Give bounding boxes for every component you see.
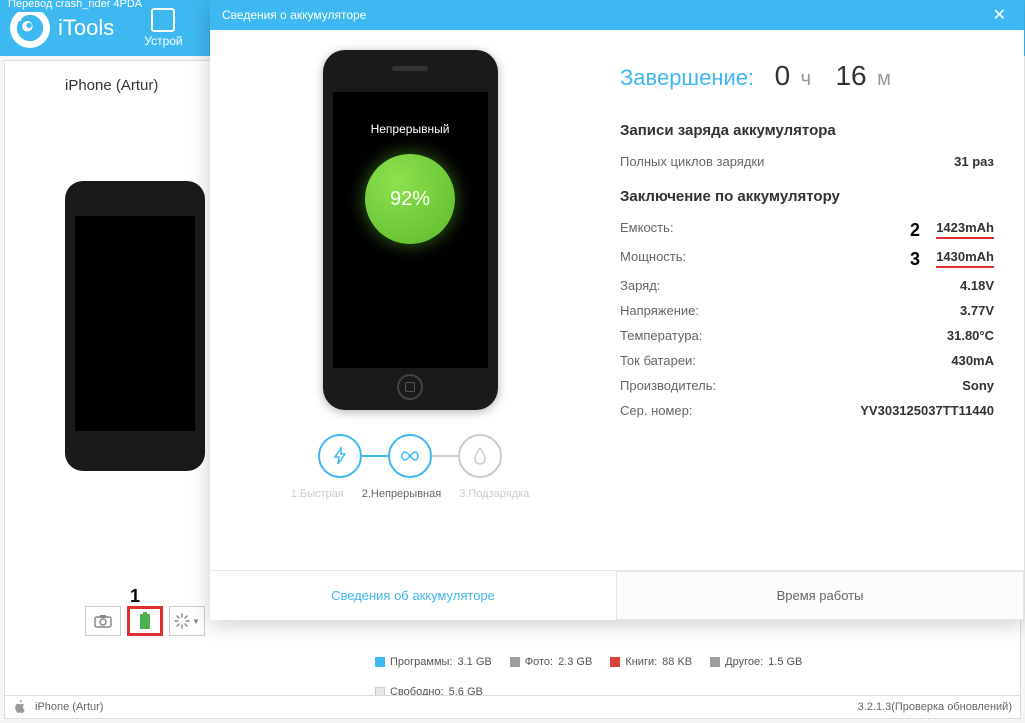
dialog-title: Сведения о аккумуляторе bbox=[222, 8, 366, 22]
status-device: iPhone (Artur) bbox=[35, 701, 103, 713]
dialog-phone-preview: Непрерывный 92% bbox=[323, 50, 498, 410]
fast-mode-icon[interactable] bbox=[318, 434, 362, 478]
tab-runtime[interactable]: Время работы bbox=[616, 571, 1024, 620]
charge-mode-row bbox=[318, 434, 502, 478]
status-bar: iPhone (Artur) 3.2.1.3(Проверка обновлен… bbox=[4, 695, 1021, 719]
charge-mode-label: Непрерывный bbox=[371, 122, 450, 136]
records-title: Записи заряда аккумулятора bbox=[620, 122, 994, 139]
mode-label-trickle: 3.Подзарядка bbox=[459, 488, 529, 500]
app-name: iTools bbox=[58, 15, 114, 41]
battery-info-dialog: Сведения о аккумуляторе ✕ Непрерывный 92… bbox=[210, 0, 1024, 620]
mode-label-fast: 1.Быстрая bbox=[291, 488, 344, 500]
storage-books: Книги: 88 KB bbox=[610, 656, 692, 668]
close-button[interactable]: ✕ bbox=[987, 5, 1012, 25]
status-version: 3.2.1.3 bbox=[858, 701, 892, 713]
status-update[interactable]: (Проверка обновлений) bbox=[891, 701, 1012, 713]
dialog-tabs: Сведения об аккумуляторе Время работы bbox=[210, 570, 1024, 620]
stat-power: Мощность: 3 1430mAh bbox=[620, 244, 994, 273]
charge-percent: 92% bbox=[365, 154, 455, 244]
nav-tab-device[interactable]: Устрой bbox=[144, 8, 182, 48]
trickle-mode-icon[interactable] bbox=[458, 434, 502, 478]
stat-full-cycles: Полных циклов зарядки 31 раз bbox=[620, 149, 994, 174]
storage-apps: Программы: 3.1 GB bbox=[375, 656, 492, 668]
apple-icon bbox=[13, 700, 27, 714]
device-icon bbox=[151, 8, 175, 32]
dialog-header: Сведения о аккумуляторе ✕ bbox=[210, 0, 1024, 30]
home-button-icon bbox=[397, 374, 423, 400]
completion-label: Завершение: bbox=[620, 65, 754, 90]
annotation-1: 1 bbox=[130, 586, 140, 607]
loading-button[interactable]: ▼ bbox=[169, 606, 205, 636]
battery-icon bbox=[139, 612, 151, 630]
storage-legend: Программы: 3.1 GB Фото: 2.3 GB Книги: 88… bbox=[375, 656, 975, 698]
completion-row: Завершение: 0 ч 16 м bbox=[620, 60, 994, 92]
stat-voltage: Напряжение:3.77V bbox=[620, 298, 994, 323]
stat-temperature: Температура:31.80°C bbox=[620, 323, 994, 348]
stat-current: Ток батареи:430mA bbox=[620, 348, 994, 373]
nav-tab-label: Устрой bbox=[144, 34, 182, 48]
translator-credit: Перевод crash_rider 4PDA bbox=[0, 0, 150, 12]
stat-capacity: Емкость: 2 1423mAh bbox=[620, 215, 994, 244]
stat-charge: Заряд:4.18V bbox=[620, 273, 994, 298]
dialog-right-panel: Завершение: 0 ч 16 м Записи заряда аккум… bbox=[610, 30, 1024, 570]
storage-photos: Фото: 2.3 GB bbox=[510, 656, 593, 668]
phone-toolbar: ▼ bbox=[85, 606, 205, 636]
completion-hours: 0 bbox=[775, 60, 791, 91]
stat-manufacturer: Производитель:Sony bbox=[620, 373, 994, 398]
stat-serial: Сер. номер:YV303125037TT11440 bbox=[620, 398, 994, 423]
screenshot-button[interactable] bbox=[85, 606, 121, 636]
background-phone-preview bbox=[65, 181, 205, 471]
conclusion-title: Заключение по аккумулятору bbox=[620, 188, 994, 205]
continuous-mode-icon[interactable] bbox=[388, 434, 432, 478]
storage-other: Другое: 1.5 GB bbox=[710, 656, 802, 668]
annotation-2: 2 bbox=[910, 220, 920, 241]
mode-label-continuous: 2.Непрерывная bbox=[362, 488, 441, 500]
tab-battery-info[interactable]: Сведения об аккумуляторе bbox=[210, 571, 616, 620]
dialog-left-panel: Непрерывный 92% 1.Быстрая 2.Непрерывная … bbox=[210, 30, 610, 570]
battery-info-button[interactable] bbox=[127, 606, 163, 636]
app-logo bbox=[10, 8, 50, 48]
camera-icon bbox=[94, 614, 112, 628]
spinner-icon bbox=[174, 613, 190, 629]
completion-minutes: 16 bbox=[835, 60, 866, 91]
annotation-3: 3 bbox=[910, 249, 920, 270]
mode-labels: 1.Быстрая 2.Непрерывная 3.Подзарядка bbox=[291, 488, 530, 500]
